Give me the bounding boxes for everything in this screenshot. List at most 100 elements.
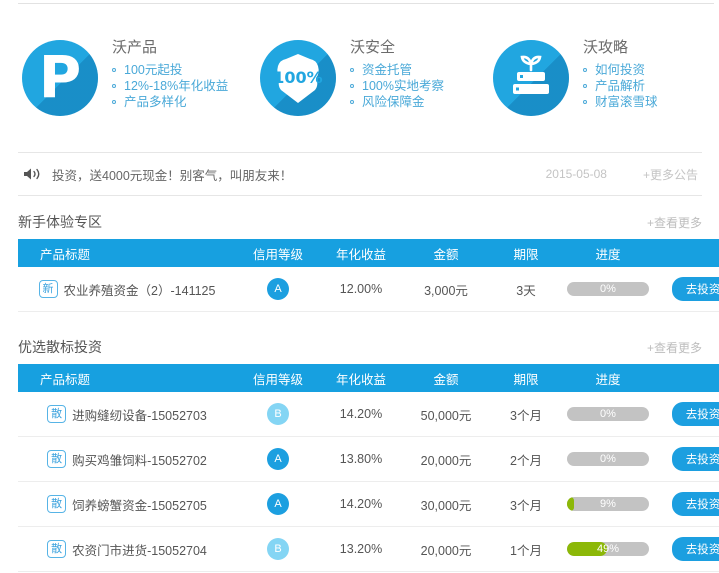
credit-rating-badge: B — [267, 403, 289, 425]
section-more-link[interactable]: +查看更多 — [647, 339, 702, 356]
table-header-row: 产品标题 信用等级 年化收益 金额 期限 进度 — [18, 364, 719, 392]
top-divider — [18, 3, 714, 4]
cell-action: 去投资 — [654, 437, 719, 482]
credit-rating-badge: A — [267, 493, 289, 515]
cell-progress: 9% — [562, 482, 654, 527]
product-name-link[interactable]: 农业养殖资金（2）-141125 — [64, 284, 216, 298]
column-header-action — [654, 364, 719, 392]
product-name-link[interactable]: 农资门市进货-15052704 — [72, 544, 207, 558]
books-sprout-icon — [493, 40, 569, 116]
cell-term: 3个月 — [490, 392, 562, 437]
progress-label: 0% — [567, 282, 649, 296]
cell-progress: 0% — [562, 267, 654, 312]
product-type-badge: 散 — [47, 450, 66, 468]
credit-rating-badge: A — [267, 278, 289, 300]
invest-button[interactable]: 去投资 — [672, 402, 719, 426]
cell-rating: B — [236, 527, 320, 572]
cell-action: 去投资 — [654, 267, 719, 312]
speaker-icon — [22, 166, 44, 182]
cell-amount: 50,000元 — [402, 392, 490, 437]
section-title: 新手体验专区 — [18, 212, 102, 232]
announcement-date: 2015-05-08 — [546, 167, 607, 181]
invest-button[interactable]: 去投资 — [672, 492, 719, 516]
section-newbie-zone: 新手体验专区 +查看更多 产品标题 信用等级 年化收益 金额 期限 进度 — [18, 205, 702, 312]
cell-annual-rate: 13.80% — [320, 437, 402, 482]
feature-item: 风险保障金 — [350, 94, 444, 110]
credit-rating-badge: A — [267, 448, 289, 470]
feature-list: 100元起投 12%-18%年化收益 产品多样化 — [112, 62, 242, 110]
table-row: 散农资门市进货-15052704 B 13.20% 20,000元 1个月 49… — [18, 527, 719, 572]
cell-annual-rate: 14.20% — [320, 392, 402, 437]
feature-item: 100元起投 — [112, 62, 242, 78]
column-header-title: 产品标题 — [18, 364, 236, 392]
cell-amount: 3,000元 — [402, 267, 490, 312]
feature-block-security: 100% 沃安全 资金托管 100%实地考察 风险保障金 — [250, 38, 475, 146]
column-header-rating: 信用等级 — [236, 364, 320, 392]
progress-label: 0% — [567, 452, 649, 466]
cell-product-title: 散购买鸡雏饲料-15052702 — [18, 437, 236, 482]
product-name-link[interactable]: 进购缝纫设备-15052703 — [72, 409, 207, 423]
invest-button[interactable]: 去投资 — [672, 277, 719, 301]
product-table: 产品标题 信用等级 年化收益 金额 期限 进度 新农业养殖资金（2）-14112… — [18, 239, 719, 312]
cell-annual-rate: 12.00% — [320, 267, 402, 312]
feature-item: 资金托管 — [350, 62, 444, 78]
feature-item: 100%实地考察 — [350, 78, 444, 94]
section-title: 优选散标投资 — [18, 337, 102, 357]
feature-list: 如何投资 产品解析 财富滚雪球 — [583, 62, 658, 110]
cell-amount: 20,000元 — [402, 527, 490, 572]
cell-action: 去投资 — [654, 392, 719, 437]
feature-title: 沃攻略 — [583, 40, 658, 57]
progress-label: 9% — [567, 497, 649, 511]
cell-progress: 0% — [562, 437, 654, 482]
cell-rating: A — [236, 267, 320, 312]
column-header-amount: 金额 — [402, 239, 490, 267]
product-name-link[interactable]: 饲养螃蟹资金-15052705 — [72, 499, 207, 513]
more-announcements-link[interactable]: +更多公告 — [643, 166, 698, 183]
feature-highlights: P 沃产品 100元起投 12%-18%年化收益 产品多样化 100% — [0, 38, 719, 146]
table-row: 新农业养殖资金（2）-141125 A 12.00% 3,000元 3天 0% — [18, 267, 719, 312]
letter-p-icon: P — [22, 40, 98, 116]
cell-rating: A — [236, 437, 320, 482]
column-header-progress: 进度 — [562, 239, 654, 267]
cell-annual-rate: 13.20% — [320, 527, 402, 572]
feature-item: 产品解析 — [583, 78, 658, 94]
cell-amount: 20,000元 — [402, 437, 490, 482]
progress-bar: 9% — [567, 497, 649, 511]
column-header-amount: 金额 — [402, 364, 490, 392]
section-more-link[interactable]: +查看更多 — [647, 214, 702, 231]
cell-term: 1个月 — [490, 527, 562, 572]
svg-text:100%: 100% — [273, 68, 322, 87]
product-name-link[interactable]: 购买鸡雏饲料-15052702 — [72, 454, 207, 468]
announcement-text[interactable]: 投资，送4000元现金！别客气，叫朋友来！ — [52, 165, 546, 184]
section-selected-loans: 优选散标投资 +查看更多 产品标题 信用等级 年化收益 金额 期限 进度 — [18, 330, 702, 572]
column-header-title: 产品标题 — [18, 239, 236, 267]
column-header-term: 期限 — [490, 239, 562, 267]
cell-term: 2个月 — [490, 437, 562, 482]
cell-product-title: 散农资门市进货-15052704 — [18, 527, 236, 572]
table-row: 散进购缝纫设备-15052703 B 14.20% 50,000元 3个月 0% — [18, 392, 719, 437]
feature-list: 资金托管 100%实地考察 风险保障金 — [350, 62, 444, 110]
cell-product-title: 新农业养殖资金（2）-141125 — [18, 267, 236, 312]
table-row: 散购买鸡雏饲料-15052702 A 13.80% 20,000元 2个月 0% — [18, 437, 719, 482]
feature-item: 产品多样化 — [112, 94, 242, 110]
table-header-row: 产品标题 信用等级 年化收益 金额 期限 进度 — [18, 239, 719, 267]
product-type-badge: 散 — [47, 540, 66, 558]
progress-label: 49% — [567, 542, 649, 556]
column-header-term: 期限 — [490, 364, 562, 392]
cell-rating: A — [236, 482, 320, 527]
feature-item: 财富滚雪球 — [583, 94, 658, 110]
product-type-badge: 新 — [39, 280, 58, 298]
progress-label: 0% — [567, 407, 649, 421]
cell-progress: 0% — [562, 392, 654, 437]
progress-bar: 0% — [567, 452, 649, 466]
column-header-rate: 年化收益 — [320, 364, 402, 392]
cell-term: 3天 — [490, 267, 562, 312]
section-header: 新手体验专区 +查看更多 — [18, 205, 702, 239]
product-type-badge: 散 — [47, 405, 66, 423]
progress-bar: 49% — [567, 542, 649, 556]
invest-button[interactable]: 去投资 — [672, 447, 719, 471]
invest-button[interactable]: 去投资 — [672, 537, 719, 561]
feature-item: 如何投资 — [583, 62, 658, 78]
section-header: 优选散标投资 +查看更多 — [18, 330, 702, 364]
column-header-rating: 信用等级 — [236, 239, 320, 267]
